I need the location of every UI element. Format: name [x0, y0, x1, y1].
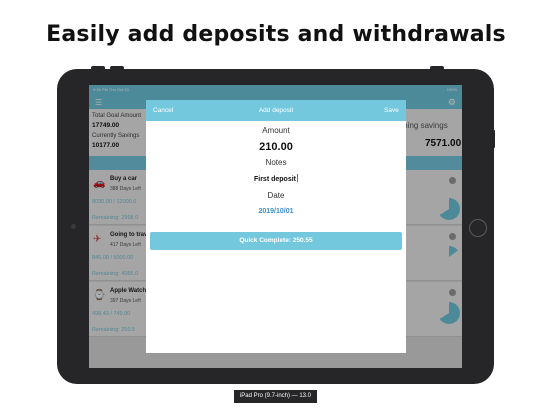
quick-complete-button[interactable]: Quick Complete: 250.55 — [150, 232, 402, 250]
notes-value: First deposit — [253, 176, 296, 183]
text-caret — [297, 174, 298, 182]
date-picker[interactable]: 2019/10/01 — [146, 208, 406, 215]
notes-field[interactable]: First deposit — [146, 174, 406, 183]
save-button[interactable]: Save — [384, 107, 399, 114]
amount-field[interactable]: 210.00 — [146, 141, 406, 153]
date-label: Date — [267, 191, 285, 200]
dialog-header: Cancel Add deposit Save — [146, 100, 406, 121]
amount-label: Amount — [262, 126, 290, 135]
notes-label: Notes — [265, 158, 287, 167]
camera — [71, 224, 76, 229]
home-button[interactable] — [469, 219, 487, 237]
headline: Easily add deposits and withdrawals — [46, 22, 506, 47]
device-label: iPad Pro (9.7-inch) — 13.0 — [234, 390, 317, 403]
dialog-title: Add deposit — [258, 107, 294, 114]
add-deposit-dialog: Cancel Add deposit Save Amount 210.00 No… — [146, 100, 406, 353]
